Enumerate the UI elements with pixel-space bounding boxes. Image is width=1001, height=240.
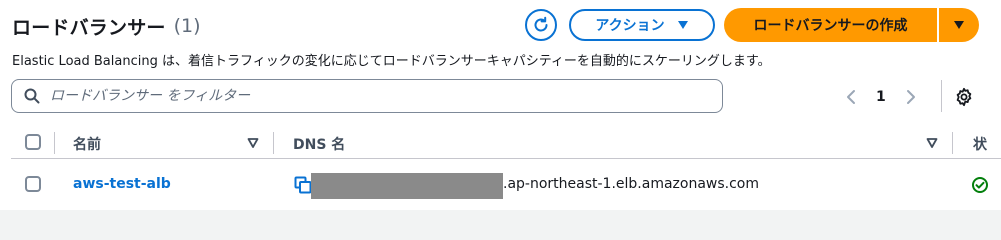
toolbar-divider	[941, 80, 942, 112]
sort-icon[interactable]	[926, 137, 938, 149]
caret-down-icon	[677, 21, 688, 29]
column-divider	[54, 132, 55, 154]
search-icon	[24, 88, 40, 104]
row-checkbox[interactable]	[25, 176, 41, 192]
sort-icon[interactable]	[247, 137, 259, 149]
pagination: 1	[846, 86, 916, 108]
panel-header: ロードバランサー (1)	[12, 10, 201, 42]
gear-icon	[956, 87, 972, 107]
chevron-left-icon[interactable]	[846, 89, 856, 105]
column-divider	[952, 132, 953, 154]
column-header-state[interactable]: 状	[973, 134, 989, 154]
page-title: ロードバランサー	[12, 16, 166, 39]
load-balancers-panel: ロードバランサー (1) アクション ロードバランサーの作成 Elastic L…	[0, 0, 1001, 210]
caret-down-icon	[954, 21, 964, 29]
actions-dropdown-button[interactable]: アクション	[569, 9, 715, 41]
refresh-button[interactable]	[525, 9, 557, 41]
dns-name-text: .ap-northeast-1.elb.amazonaws.com	[503, 176, 760, 192]
filter-input[interactable]	[48, 87, 692, 105]
column-header-dns-name[interactable]: DNS 名	[293, 134, 345, 154]
chevron-right-icon[interactable]	[906, 89, 916, 105]
create-load-balancer-button[interactable]: ロードバランサーの作成	[724, 8, 937, 42]
refresh-icon	[534, 16, 548, 32]
table-row[interactable]: aws-test-alb .ap-northeast-1.elb.amazona…	[11, 159, 1001, 209]
table-header: 名前 DNS 名 状	[11, 128, 1001, 159]
table-settings-button[interactable]	[953, 86, 975, 108]
page-number[interactable]: 1	[876, 89, 886, 105]
panel-description: Elastic Load Balancing は、着信トラフィックの変化に応じて…	[12, 54, 771, 69]
actions-label: アクション	[595, 18, 665, 34]
copy-icon[interactable]	[294, 176, 312, 194]
redacted-dns-prefix	[311, 173, 503, 199]
column-divider	[273, 132, 274, 154]
create-label: ロードバランサーの作成	[753, 18, 908, 34]
column-header-name[interactable]: 名前	[73, 134, 101, 154]
filter-field[interactable]	[11, 79, 723, 113]
load-balancer-name-link[interactable]: aws-test-alb	[73, 176, 171, 192]
create-options-dropdown-button[interactable]	[939, 8, 979, 42]
item-count: (1)	[173, 15, 201, 37]
status-success-icon	[972, 177, 988, 193]
select-all-checkbox[interactable]	[25, 134, 41, 150]
